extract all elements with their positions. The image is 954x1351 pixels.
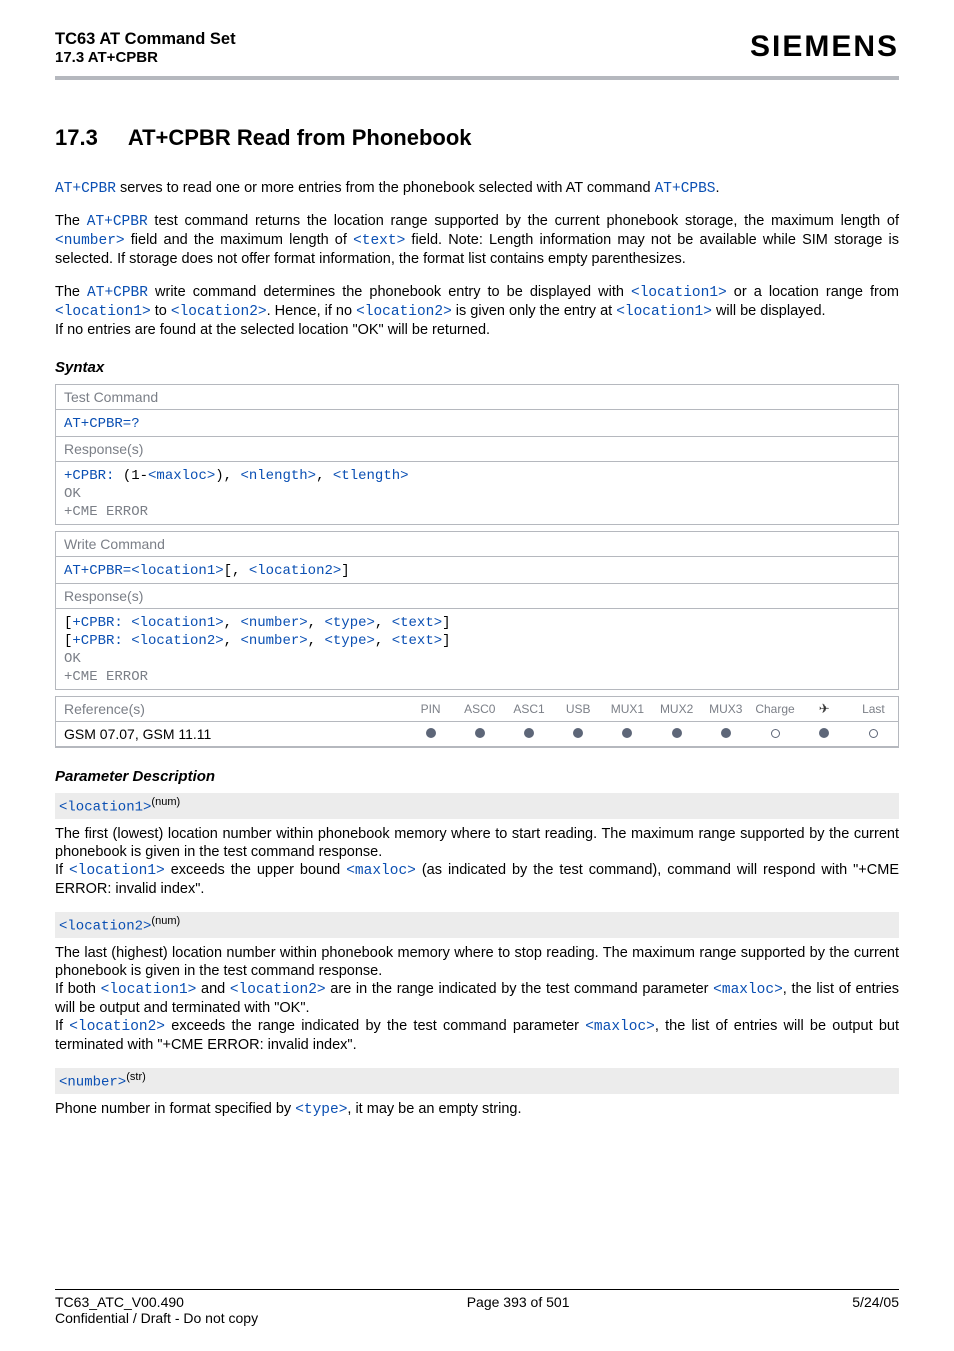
link-loc2-r[interactable]: <location2> <box>131 633 223 649</box>
col-asc0: ASC0 <box>455 698 504 720</box>
parm-loc1-desc: The first (lowest) location number withi… <box>55 825 899 899</box>
link-atcpbr[interactable]: AT+CPBR <box>55 181 116 197</box>
test-command-box: Test Command AT+CPBR=? Response(s) +CPBR… <box>55 384 899 525</box>
link-maxloc[interactable]: <maxloc> <box>148 468 215 484</box>
dot-filled-icon <box>721 728 731 738</box>
dot-open-icon <box>869 729 878 738</box>
references-label: Reference(s) <box>56 697 406 721</box>
dot-filled-icon <box>475 728 485 738</box>
link-loc2-b[interactable]: <location2> <box>356 304 452 320</box>
link-maxloc-p2[interactable]: <maxloc> <box>713 982 783 998</box>
references-value: GSM 07.07, GSM 11.11 <box>56 722 406 746</box>
dot-filled-icon <box>573 728 583 738</box>
link-text[interactable]: <text> <box>353 233 405 249</box>
link-loc1-p[interactable]: <location1> <box>69 863 165 879</box>
col-asc1: ASC1 <box>504 698 553 720</box>
syntax-heading: Syntax <box>55 359 899 376</box>
section-number: 17.3 <box>55 125 98 151</box>
col-mux2: MUX2 <box>652 698 701 720</box>
link-loc1-b[interactable]: <location1> <box>55 304 151 320</box>
col-pin: PIN <box>406 698 455 720</box>
parm-desc-heading: Parameter Description <box>55 768 899 785</box>
test-command-text: AT+CPBR=? <box>64 416 140 432</box>
dot-filled-icon <box>672 728 682 738</box>
footer-left: TC63_ATC_V00.490 <box>55 1294 184 1310</box>
link-loc1-w[interactable]: <location1> <box>131 563 223 579</box>
link-loc1[interactable]: <location1> <box>631 285 727 301</box>
link-tlength[interactable]: <tlength> <box>333 468 409 484</box>
write-command-box: Write Command AT+CPBR=<location1>[, <loc… <box>55 531 899 690</box>
col-charge: Charge <box>750 698 799 720</box>
page-footer: TC63_ATC_V00.490 Page 393 of 501 5/24/05… <box>55 1289 899 1326</box>
link-text-r[interactable]: <text> <box>392 615 442 631</box>
write-command-label: Write Command <box>56 532 898 557</box>
link-atcpbs[interactable]: AT+CPBS <box>655 181 716 197</box>
dot-filled-icon <box>819 728 829 738</box>
write-response: [+CPBR: <location1>, <number>, <type>, <… <box>56 609 898 690</box>
link-maxloc-p[interactable]: <maxloc> <box>346 863 416 879</box>
section-title: AT+CPBR Read from Phonebook <box>128 125 472 151</box>
test-command-label: Test Command <box>56 385 898 410</box>
link-atcpbr-2[interactable]: AT+CPBR <box>87 214 148 230</box>
responses-label-1: Response(s) <box>56 437 898 462</box>
link-loc2-w[interactable]: <location2> <box>249 563 341 579</box>
link-nlength[interactable]: <nlength> <box>240 468 316 484</box>
link-atcpbr-3[interactable]: AT+CPBR <box>87 285 148 301</box>
parm-loc2-desc: The last (highest) location number withi… <box>55 944 899 1055</box>
dot-filled-icon <box>426 728 436 738</box>
intro-p1: AT+CPBR serves to read one or more entri… <box>55 179 899 198</box>
col-last: Last <box>849 698 898 720</box>
parm-loc2-box: <location2>(num) <box>55 912 899 938</box>
parm-number-desc: Phone number in format specified by <typ… <box>55 1100 899 1119</box>
write-command-text: AT+CPBR=<location1>[, <location2>] <box>56 557 898 584</box>
reference-table: Reference(s) PIN ASC0 ASC1 USB MUX1 MUX2… <box>55 696 899 748</box>
dot-filled-icon <box>622 728 632 738</box>
link-loc2[interactable]: <location2> <box>171 304 267 320</box>
dot-filled-icon <box>524 728 534 738</box>
dot-open-icon <box>771 729 780 738</box>
parm-number-box: <number>(str) <box>55 1068 899 1094</box>
link-type-r[interactable]: <type> <box>324 615 374 631</box>
doc-subtitle: 17.3 AT+CPBR <box>55 49 236 66</box>
test-response: +CPBR: (1-<maxloc>), <nlength>, <tlength… <box>56 462 898 525</box>
link-loc1-r[interactable]: <location1> <box>131 615 223 631</box>
link-loc1-c[interactable]: <location1> <box>616 304 712 320</box>
link-number-r[interactable]: <number> <box>240 615 307 631</box>
header-rule <box>55 76 899 80</box>
col-airplane-icon: ✈ <box>800 697 849 721</box>
col-usb: USB <box>554 698 603 720</box>
responses-label-2: Response(s) <box>56 584 898 609</box>
intro-p2: The AT+CPBR test command returns the loc… <box>55 212 899 268</box>
footer-confidential: Confidential / Draft - Do not copy <box>55 1310 899 1326</box>
link-number[interactable]: <number> <box>55 233 125 249</box>
intro-p3: The AT+CPBR write command determines the… <box>55 283 899 339</box>
parm-loc1-box: <location1>(num) <box>55 793 899 819</box>
doc-title: TC63 AT Command Set <box>55 30 236 49</box>
footer-center: Page 393 of 501 <box>467 1294 570 1310</box>
brand-logo: SIEMENS <box>750 30 899 64</box>
col-mux1: MUX1 <box>603 698 652 720</box>
col-mux3: MUX3 <box>701 698 750 720</box>
link-type-p[interactable]: <type> <box>295 1102 347 1118</box>
footer-right: 5/24/05 <box>852 1294 899 1310</box>
